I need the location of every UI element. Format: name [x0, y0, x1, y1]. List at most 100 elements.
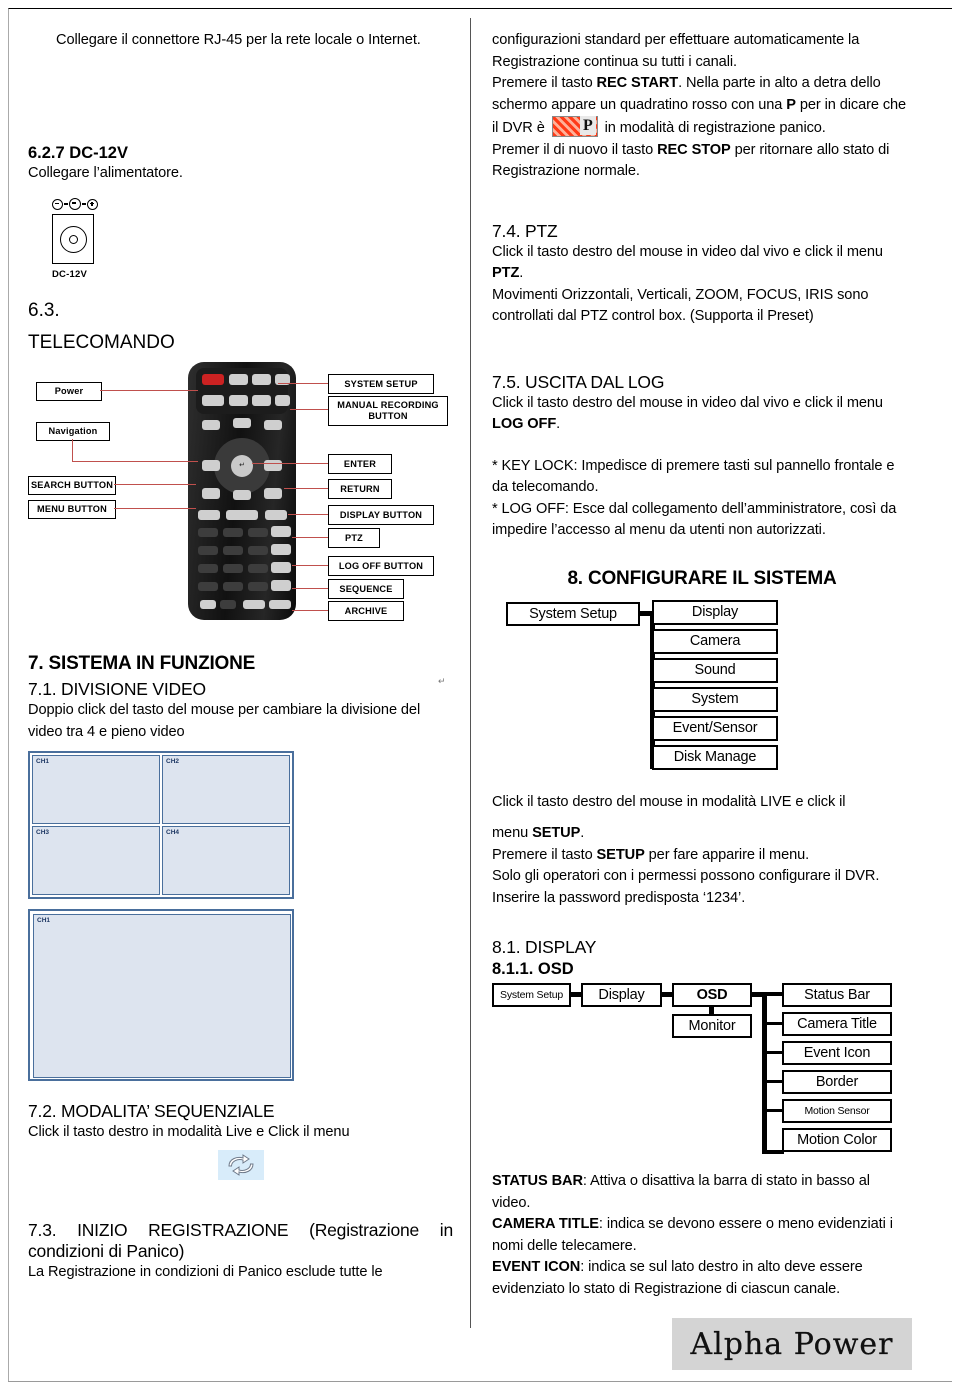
setup-text-2-bold: SETUP [532, 825, 581, 841]
osd-branch-3 [762, 1051, 784, 1054]
setup-text-1: Click il tasto destro del mouse in modal… [492, 793, 846, 810]
panic-t4: in modalità di registrazione panico. [600, 120, 826, 136]
desc-status-bar-label: STATUS BAR [492, 1173, 583, 1189]
remote-key-right [264, 460, 282, 471]
heading-8-1-1: 8.1.1. OSD [492, 960, 574, 978]
setup-text-4: Solo gli operatori con i permessi posson… [492, 868, 880, 884]
heading-7: 7. SISTEMA IN FUNZIONE [28, 653, 256, 674]
remote-key-9 [248, 564, 268, 573]
heading-6-3-title: TELECOMANDO [28, 332, 175, 353]
tree-node-osd[interactable]: OSD [672, 983, 752, 1007]
setup-text-2: menu SETUP. [492, 823, 912, 845]
remote-key-6 [248, 546, 268, 555]
remote-key-forward [264, 420, 282, 430]
video-cell-ch4: CH4 [162, 826, 290, 895]
setup-text-3-a: Premere il tasto [492, 846, 597, 863]
heading-8-1: 8.1. DISPLAY [492, 937, 597, 957]
remote-key-10plus [198, 582, 218, 591]
remote-key-7 [198, 564, 218, 573]
channel-label: CH1 [37, 917, 51, 924]
callout-menu-button: MENU BUTTON [28, 500, 116, 519]
tree-node-osd-display[interactable]: Display [581, 983, 662, 1007]
text-6-2-7: Collegare l’alimentatore. [28, 164, 183, 181]
tree-node-motion-sensor[interactable]: Motion Sensor [782, 1099, 892, 1123]
tree-node-event-icon[interactable]: Event Icon [782, 1041, 892, 1065]
callout-sequence: SEQUENCE [328, 579, 404, 599]
tree-node-status-bar[interactable]: Status Bar [782, 983, 892, 1007]
desc-event-icon-label: EVENT ICON [492, 1259, 581, 1275]
callout-display-button: DISPLAY BUTTON [328, 505, 434, 525]
tree-node-camera-title[interactable]: Camera Title [782, 1012, 892, 1036]
heading-7-2: 7.2. MODALITA’ SEQUENZIALE [28, 1101, 275, 1121]
osd-branch-1 [762, 992, 784, 996]
brand-logo-text: Alpha Power [690, 1326, 894, 1362]
setup-text-2-c: . [580, 825, 585, 841]
note-key-lock: * KEY LOCK: Impedisce di premere tasti s… [492, 457, 895, 496]
lead-enter [252, 463, 328, 464]
setup-text-3: Premere il tasto SETUP per fare apparire… [492, 845, 912, 867]
tree-node-motion-color[interactable]: Motion Color [782, 1128, 892, 1152]
text-7-4-line2: Movimenti Orizzontali, Verticali, ZOOM, … [492, 286, 869, 325]
callout-manual-recording: MANUAL RECORDING BUTTON [328, 396, 448, 426]
tree-node-system[interactable]: System [652, 686, 778, 712]
text-7-4-a: Click il tasto destro del mouse in video… [492, 243, 883, 260]
tree-node-osd-system-setup[interactable]: System Setup [492, 983, 571, 1007]
cycle-arrows-icon [217, 1149, 264, 1180]
tree-node-monitor[interactable]: Monitor [672, 1014, 752, 1038]
setup-text-3-c: per fare apparire il menu. [644, 846, 810, 863]
polarity-symbol-icon [52, 198, 112, 210]
text-7-3: La Registrazione in condizioni di Panico… [28, 1263, 383, 1280]
remote-key-audio [243, 600, 265, 609]
osd-branch-4 [762, 1080, 784, 1083]
remote-key-display [265, 510, 287, 520]
channel-label: CH2 [166, 758, 180, 765]
osd-branch-2 [762, 1022, 784, 1025]
lead-ptz [292, 537, 328, 538]
lead-archive [292, 610, 328, 611]
callout-archive: ARCHIVE [328, 601, 404, 621]
lead-log-off [292, 565, 328, 566]
callout-log-off-button: LOG OFF BUTTON [328, 556, 434, 576]
remote-key-1 [198, 528, 218, 537]
lead-sequence [292, 588, 328, 589]
remote-key-return [264, 488, 282, 499]
panic-paragraph-2: Premere il tasto REC START. Nella parte … [492, 73, 912, 140]
lead-system-setup [278, 383, 328, 384]
callout-system-setup: SYSTEM SETUP [328, 374, 434, 394]
lead-return [284, 488, 328, 489]
remote-control-figure: ↵ Power Navigation SEARCH BUTTON MENU BU… [28, 360, 448, 625]
tree-node-disk-manage[interactable]: Disk Manage [652, 744, 778, 770]
callout-search-button: SEARCH BUTTON [28, 476, 116, 495]
note-log-off: * LOG OFF: Esce dal collegamento dell’am… [492, 500, 897, 539]
remote-key-left [202, 460, 220, 471]
callout-power: Power [36, 382, 102, 401]
remote-key-5 [223, 546, 243, 555]
panic-t5: Premer il di nuovo il tasto [492, 141, 658, 158]
remote-key-4 [198, 546, 218, 555]
panic-rec-stop: REC STOP [657, 141, 731, 158]
remote-key-rec-start [275, 395, 290, 406]
panic-t1: Premere il tasto [492, 75, 597, 91]
remote-key-archive [269, 600, 291, 609]
channel-label: CH3 [36, 829, 50, 836]
remote-key-enter: ↵ [231, 455, 253, 477]
tree-node-camera[interactable]: Camera [652, 628, 778, 654]
video-cell-full-ch1: CH1 [33, 914, 291, 1078]
remote-key-menu [198, 510, 220, 520]
remote-key-up [233, 418, 251, 428]
column-divider [470, 18, 471, 1328]
callout-return: RETURN [328, 479, 392, 499]
tree-node-display[interactable]: Display [652, 599, 778, 625]
tree-node-event-sensor[interactable]: Event/Sensor [652, 715, 778, 741]
remote-key-f3 [252, 395, 271, 406]
tree-node-border[interactable]: Border [782, 1070, 892, 1094]
heading-6-2-7: 6.2.7 DC-12V [28, 143, 128, 162]
tree-node-system-setup[interactable]: System Setup [506, 601, 640, 626]
callout-ptz: PTZ [328, 528, 380, 548]
tree-node-sound[interactable]: Sound [652, 657, 778, 683]
lead-navigation-v [72, 439, 73, 462]
brand-logo: Alpha Power [672, 1318, 912, 1370]
text-7-2: Click il tasto destro in modalità Live e… [28, 1124, 350, 1140]
heading-7-5: 7.5. USCITA DAL LOG [492, 371, 665, 392]
channel-label: CH4 [166, 829, 180, 836]
